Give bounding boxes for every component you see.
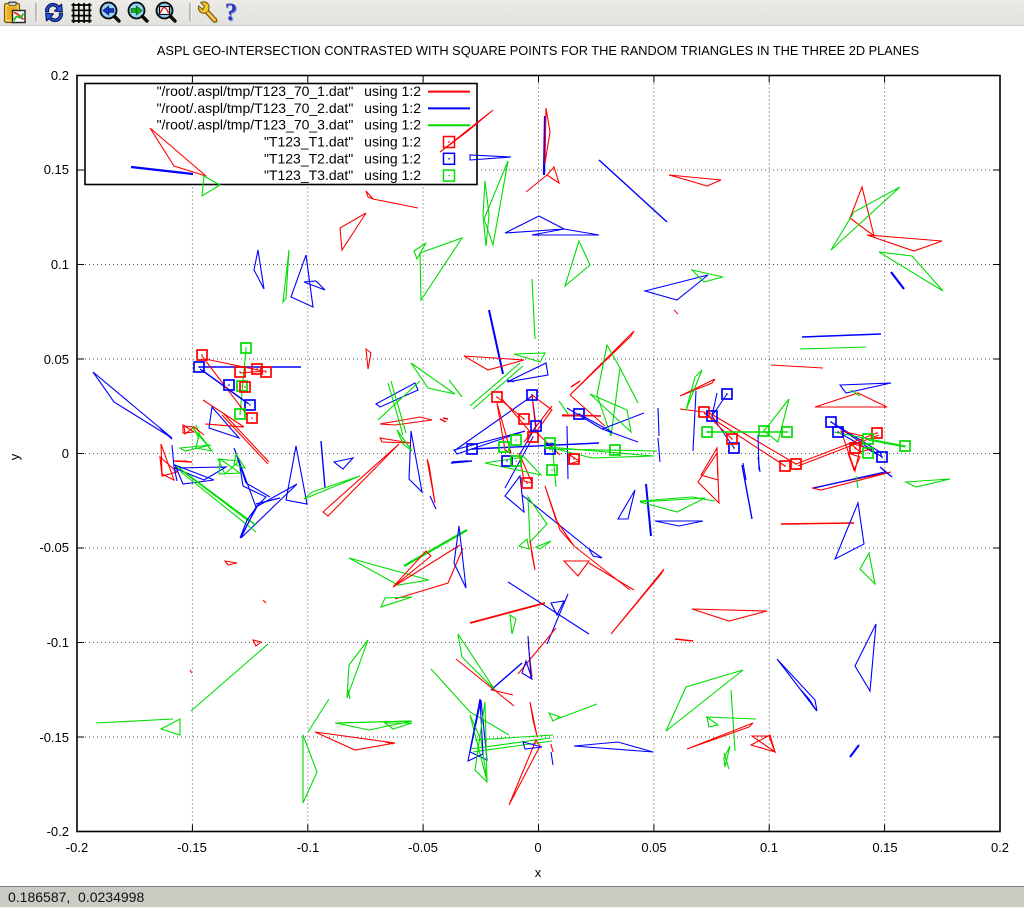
svg-text:0: 0 [62, 446, 69, 461]
svg-text:y: y [7, 453, 22, 460]
svg-text:-0.1: -0.1 [47, 635, 69, 650]
svg-text:0.2: 0.2 [991, 840, 1009, 855]
svg-text:"T123_T1.dat" using 1:2: "T123_T1.dat" using 1:2 [264, 134, 421, 150]
svg-text:-0.1: -0.1 [297, 840, 319, 855]
svg-text:"/root/.aspl/tmp/T123_70_1.dat: "/root/.aspl/tmp/T123_70_1.dat" using 1:… [157, 83, 422, 99]
svg-text:"T123_T2.dat" using 1:2: "T123_T2.dat" using 1:2 [264, 150, 421, 166]
svg-text:0.05: 0.05 [44, 352, 69, 367]
svg-text:-0.2: -0.2 [66, 840, 88, 855]
svg-text:"/root/.aspl/tmp/T123_70_2.dat: "/root/.aspl/tmp/T123_70_2.dat" using 1:… [157, 100, 422, 116]
svg-text:0: 0 [534, 840, 541, 855]
svg-text:"T123_T3.dat" using 1:2: "T123_T3.dat" using 1:2 [264, 167, 421, 183]
svg-text:-0.15: -0.15 [39, 730, 69, 745]
svg-text:-0.05: -0.05 [408, 840, 438, 855]
svg-text:0.05: 0.05 [641, 840, 666, 855]
svg-text:-0.2: -0.2 [47, 824, 69, 839]
svg-text:0.1: 0.1 [760, 840, 778, 855]
svg-text:0.2: 0.2 [51, 68, 69, 83]
svg-text:x: x [535, 865, 542, 880]
svg-text:0.1: 0.1 [51, 257, 69, 272]
svg-text:0.15: 0.15 [872, 840, 897, 855]
svg-text:-0.15: -0.15 [177, 840, 207, 855]
svg-text:0.15: 0.15 [44, 162, 69, 177]
svg-text:ASPL GEO-INTERSECTION CONTRAST: ASPL GEO-INTERSECTION CONTRASTED WITH SQ… [157, 43, 919, 58]
svg-text:"/root/.aspl/tmp/T123_70_3.dat: "/root/.aspl/tmp/T123_70_3.dat" using 1:… [157, 117, 422, 133]
svg-text:-0.05: -0.05 [39, 540, 69, 555]
